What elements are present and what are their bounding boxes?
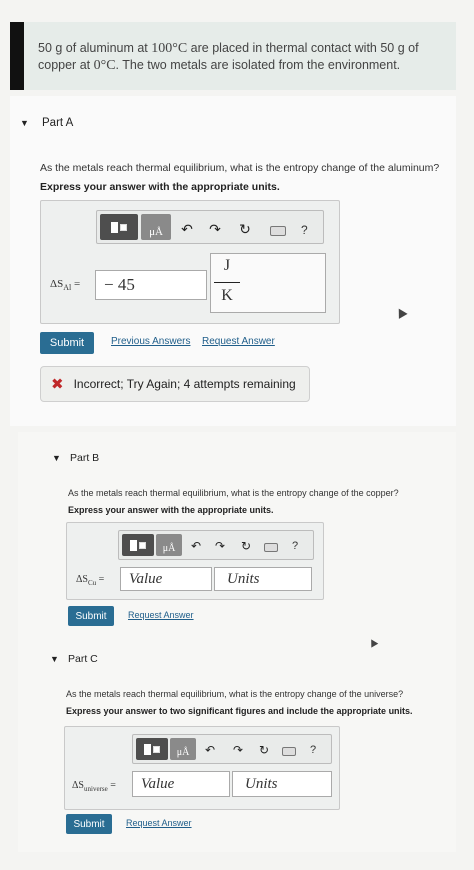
part-b-request-answer-link[interactable]: Request Answer [128, 610, 194, 620]
part-c-question: As the metals reach thermal equilibrium,… [66, 689, 404, 699]
part-a-question: As the metals reach thermal equilibrium,… [40, 162, 440, 174]
part-b-collapse-icon[interactable]: ▼ [52, 453, 61, 463]
undo-icon[interactable]: ↶ [204, 743, 216, 757]
fraction-bar [214, 282, 240, 283]
part-b-question: As the metals reach thermal equilibrium,… [68, 488, 399, 498]
part-b-submit-button[interactable]: Submit [68, 606, 114, 626]
part-c-submit-button[interactable]: Submit [66, 814, 112, 834]
keyboard-icon[interactable] [264, 543, 278, 552]
keyboard-icon[interactable] [282, 747, 296, 756]
part-c-collapse-icon[interactable]: ▼ [50, 654, 59, 664]
part-a-request-answer-link[interactable]: Request Answer [202, 336, 275, 347]
incorrect-feedback-box: ✖ Incorrect; Try Again; 4 attempts remai… [40, 366, 310, 402]
part-c-instruction: Express your answer to two significant f… [66, 706, 413, 716]
units-menu-button[interactable]: μÅ [156, 534, 182, 556]
reset-icon[interactable]: ↻ [238, 221, 252, 238]
part-c-request-answer-link[interactable]: Request Answer [126, 818, 192, 828]
redo-icon[interactable]: ↷ [214, 539, 226, 553]
part-b-units-input[interactable]: Units [214, 567, 312, 591]
redo-icon[interactable]: ↷ [208, 221, 222, 238]
units-menu-button[interactable]: μÅ [170, 738, 196, 760]
previous-answers-link[interactable]: Previous Answers [111, 336, 190, 347]
part-c-value-input[interactable]: Value [132, 771, 230, 797]
help-icon[interactable]: ? [310, 744, 316, 756]
part-a-label[interactable]: Part A [42, 117, 73, 129]
keyboard-icon[interactable] [270, 226, 286, 236]
units-numerator: J [223, 257, 231, 274]
undo-icon[interactable]: ↶ [190, 539, 202, 553]
undo-icon[interactable]: ↶ [180, 221, 194, 238]
part-b-variable-label: ΔSCu = [76, 574, 105, 587]
template-icon[interactable] [122, 534, 154, 556]
help-icon[interactable]: ? [292, 540, 298, 552]
part-b-value-input[interactable]: Value [120, 567, 212, 591]
part-c-units-input[interactable]: Units [232, 771, 332, 797]
part-a-value-input[interactable]: − 45 [95, 270, 207, 300]
help-icon[interactable]: ? [301, 223, 308, 237]
problem-text: 50 g of aluminum at 100°C are placed in … [38, 41, 419, 73]
units-denominator: K [221, 287, 233, 304]
feedback-text: Incorrect; Try Again; 4 attempts remaini… [73, 377, 296, 391]
reset-icon[interactable]: ↻ [258, 743, 270, 757]
reset-icon[interactable]: ↻ [240, 539, 252, 553]
part-c-label[interactable]: Part C [68, 653, 98, 665]
part-a-submit-button[interactable]: Submit [40, 332, 94, 354]
template-icon[interactable] [100, 214, 138, 240]
part-c-variable-label: ΔSuniverse = [72, 780, 116, 793]
part-b-instruction: Express your answer with the appropriate… [68, 505, 274, 515]
part-a-collapse-icon[interactable]: ▼ [20, 118, 29, 128]
part-a-variable-label: ΔSAl = [50, 278, 81, 293]
incorrect-x-icon: ✖ [51, 376, 64, 393]
redo-icon[interactable]: ↷ [232, 743, 244, 757]
template-icon[interactable] [136, 738, 168, 760]
units-menu-button[interactable]: μÅ [141, 214, 171, 240]
part-a-instruction: Express your answer with the appropriate… [40, 181, 280, 193]
part-b-label[interactable]: Part B [70, 452, 99, 464]
